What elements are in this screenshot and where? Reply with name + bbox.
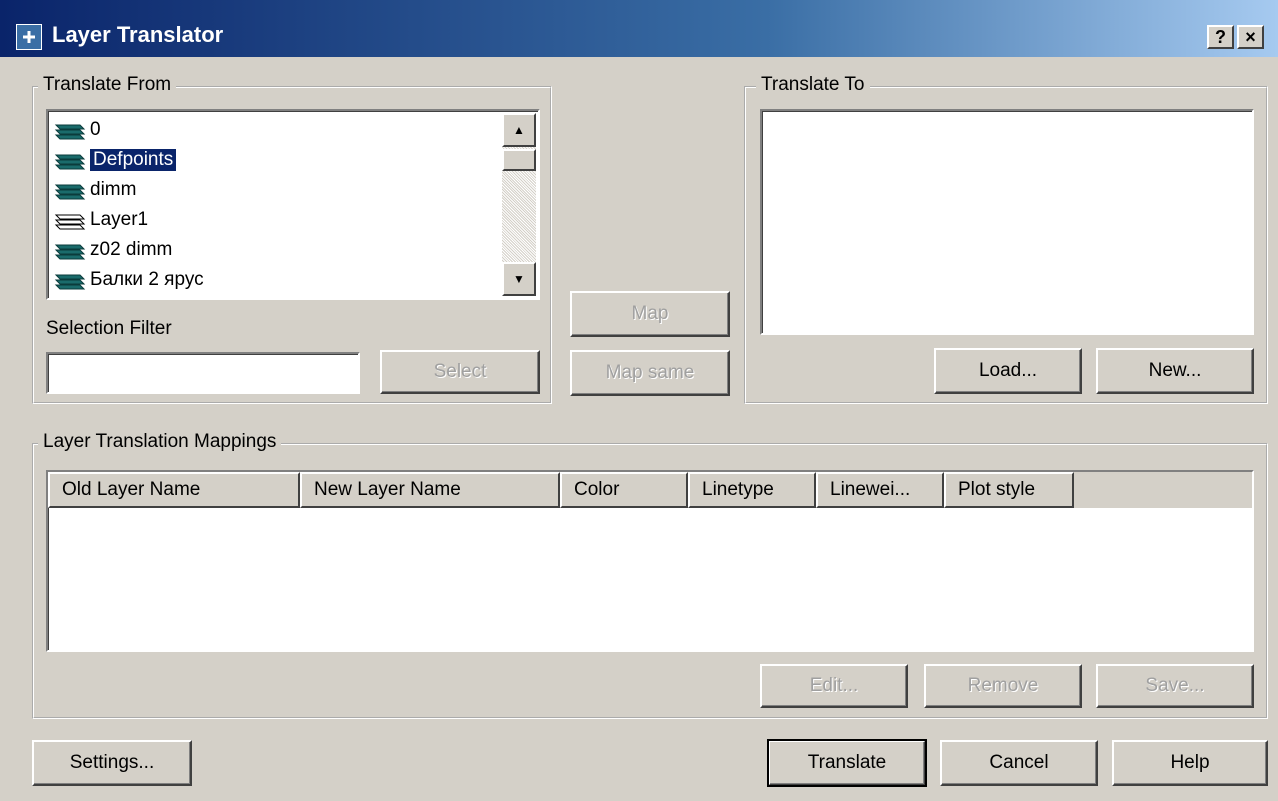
close-icon: ×	[1245, 27, 1256, 47]
mappings-table[interactable]: Old Layer Name New Layer Name Color Linetyp…	[46, 470, 1254, 652]
layer-name: Defpoints	[90, 148, 177, 171]
column-header[interactable]: New Layer Name	[300, 472, 560, 508]
translate-to-list[interactable]	[760, 109, 1254, 335]
layer-stack-outline-icon	[54, 209, 86, 231]
column-header[interactable]: Color	[560, 472, 688, 508]
window-title: Layer Translator	[52, 22, 224, 47]
edit-button[interactable]: Edit...	[760, 664, 908, 708]
column-header[interactable]: Plot style	[944, 472, 1074, 508]
remove-button[interactable]: Remove	[924, 664, 1082, 708]
layer-list-item[interactable]: Defpoints	[54, 145, 498, 174]
layer-list-item[interactable]: 0	[54, 115, 498, 144]
map-button[interactable]: Map	[570, 291, 730, 337]
load-button[interactable]: Load...	[934, 348, 1082, 394]
select-button[interactable]: Select	[380, 350, 540, 394]
layer-list-item[interactable]: Балки 2 ярус	[54, 265, 498, 294]
layer-list[interactable]: 0 Defpoints dimm Layer1 z02 dimm Балки 2 ярус…	[46, 109, 540, 300]
layer-list-item[interactable]: Layer1	[54, 205, 498, 234]
layer-stack-icon	[54, 269, 86, 291]
translate-from-legend: Translate From	[38, 74, 177, 96]
layer-name: Layer1	[90, 208, 149, 230]
layer-stack-icon	[54, 239, 86, 261]
layer-name: 0	[90, 118, 101, 140]
mappings-legend: Layer Translation Mappings	[38, 431, 282, 453]
settings-button[interactable]: Settings...	[32, 740, 192, 786]
translate-button[interactable]: Translate	[767, 739, 927, 787]
column-header[interactable]: Old Layer Name	[48, 472, 300, 508]
layer-list-scrollbar[interactable]: ▲ ▼	[502, 113, 536, 296]
selection-filter-label: Selection Filter	[46, 318, 172, 339]
close-button[interactable]: ×	[1237, 25, 1264, 49]
layer-stack-icon	[54, 149, 86, 171]
layer-name: z02 dimm	[90, 238, 173, 260]
scroll-up-button[interactable]: ▲	[502, 113, 536, 147]
translate-to-legend: Translate To	[756, 74, 870, 96]
selection-filter-input[interactable]	[46, 352, 360, 394]
help-button[interactable]: Help	[1112, 740, 1268, 786]
save-button[interactable]: Save...	[1096, 664, 1254, 708]
mappings-table-body[interactable]	[48, 508, 1252, 648]
column-header[interactable]: Linewei...	[816, 472, 944, 508]
layer-translator-app-icon	[16, 24, 42, 50]
scroll-thumb[interactable]	[502, 149, 536, 171]
layer-name: Балки 2 ярус	[90, 268, 204, 290]
layer-list-item[interactable]: dimm	[54, 175, 498, 204]
column-header[interactable]: Linetype	[688, 472, 816, 508]
scroll-down-button[interactable]: ▼	[502, 262, 536, 296]
layer-stack-icon	[54, 119, 86, 141]
triangle-up-icon: ▲	[513, 123, 525, 137]
layer-name: dimm	[90, 178, 137, 200]
layer-list-item[interactable]: z02 dimm	[54, 235, 498, 264]
triangle-down-icon: ▼	[513, 272, 525, 286]
new-button[interactable]: New...	[1096, 348, 1254, 394]
cancel-button[interactable]: Cancel	[940, 740, 1098, 786]
layer-stack-icon	[54, 179, 86, 201]
map-same-button[interactable]: Map same	[570, 350, 730, 396]
help-title-button[interactable]: ?	[1207, 25, 1234, 49]
